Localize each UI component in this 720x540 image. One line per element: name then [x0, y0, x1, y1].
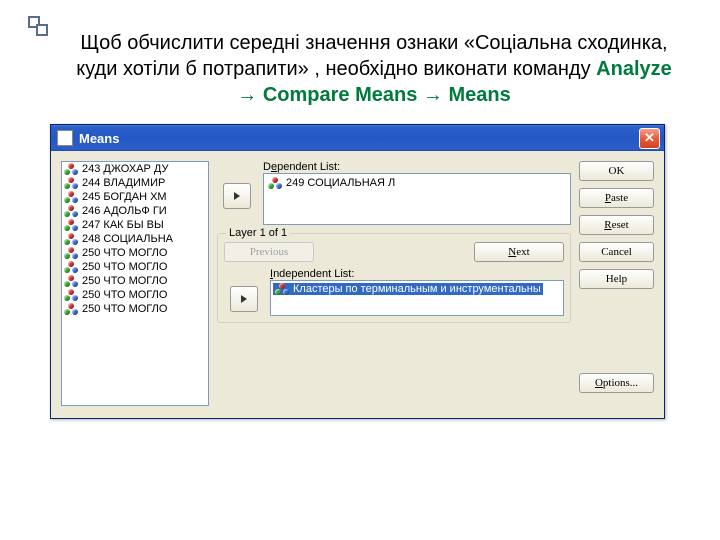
- reset-button[interactable]: Reset: [579, 215, 654, 235]
- variable-icon: [64, 233, 80, 245]
- means-dialog: Means ✕ 243 ДЖОХАР ДУ 244 ВЛАДИМИР 245 Б…: [50, 124, 665, 419]
- cancel-button[interactable]: Cancel: [579, 242, 654, 262]
- variable-icon: [275, 283, 291, 295]
- move-to-independent-button[interactable]: [230, 286, 258, 312]
- variable-icon: [64, 247, 80, 259]
- dependent-label: Dependent List:: [263, 161, 571, 173]
- variable-icon: [64, 205, 80, 217]
- variable-icon: [64, 191, 80, 203]
- layer-title: Layer 1 of 1: [226, 227, 290, 239]
- independent-list[interactable]: Кластеры по терминальным и инструменталь…: [270, 280, 564, 316]
- list-item[interactable]: 247 КАК БЫ ВЫ: [62, 218, 208, 232]
- previous-button: Previous: [224, 242, 314, 262]
- list-item[interactable]: 243 ДЖОХАР ДУ: [62, 162, 208, 176]
- app-icon: [57, 130, 73, 146]
- arrow-right-icon: [239, 294, 249, 304]
- help-button[interactable]: Help: [579, 269, 654, 289]
- arrow-right-icon: [232, 191, 242, 201]
- instruction-text: Щоб обчислити середні значення ознаки «С…: [68, 30, 680, 108]
- paste-button[interactable]: Paste: [579, 188, 654, 208]
- close-icon: ✕: [644, 130, 655, 146]
- titlebar[interactable]: Means ✕: [51, 125, 664, 151]
- window-title: Means: [79, 131, 639, 146]
- variable-icon: [64, 163, 80, 175]
- list-item[interactable]: 250 ЧТО МОГЛО: [62, 246, 208, 260]
- dependent-list[interactable]: 249 СОЦИАЛЬНАЯ Л: [263, 173, 571, 225]
- list-item[interactable]: 246 АДОЛЬФ ГИ: [62, 204, 208, 218]
- variable-icon: [64, 289, 80, 301]
- variable-icon: [64, 219, 80, 231]
- source-variable-list[interactable]: 243 ДЖОХАР ДУ 244 ВЛАДИМИР 245 БОГДАН ХМ…: [61, 161, 209, 406]
- layer-group: Layer 1 of 1 Previous Next Ind: [217, 233, 571, 323]
- variable-icon: [64, 303, 80, 315]
- variable-icon: [64, 261, 80, 273]
- list-item[interactable]: 249 СОЦИАЛЬНАЯ Л: [266, 176, 568, 190]
- variable-icon: [64, 177, 80, 189]
- independent-label: Independent List:: [270, 268, 564, 280]
- next-button[interactable]: Next: [474, 242, 564, 262]
- list-item[interactable]: 250 ЧТО МОГЛО: [62, 260, 208, 274]
- variable-icon: [64, 275, 80, 287]
- list-item[interactable]: 250 ЧТО МОГЛО: [62, 274, 208, 288]
- list-item[interactable]: 250 ЧТО МОГЛО: [62, 288, 208, 302]
- list-item[interactable]: 244 ВЛАДИМИР: [62, 176, 208, 190]
- options-button[interactable]: Options...: [579, 373, 654, 393]
- selected-item[interactable]: Кластеры по терминальным и инструменталь…: [273, 283, 543, 295]
- close-button[interactable]: ✕: [639, 128, 660, 149]
- list-item[interactable]: 245 БОГДАН ХМ: [62, 190, 208, 204]
- list-item[interactable]: 250 ЧТО МОГЛО: [62, 302, 208, 316]
- instruction-pre: Щоб обчислити середні значення ознаки «С…: [76, 32, 667, 80]
- variable-icon: [268, 177, 284, 189]
- list-item[interactable]: 248 СОЦИАЛЬНА: [62, 232, 208, 246]
- ok-button[interactable]: OK: [579, 161, 654, 181]
- move-to-dependent-button[interactable]: [223, 183, 251, 209]
